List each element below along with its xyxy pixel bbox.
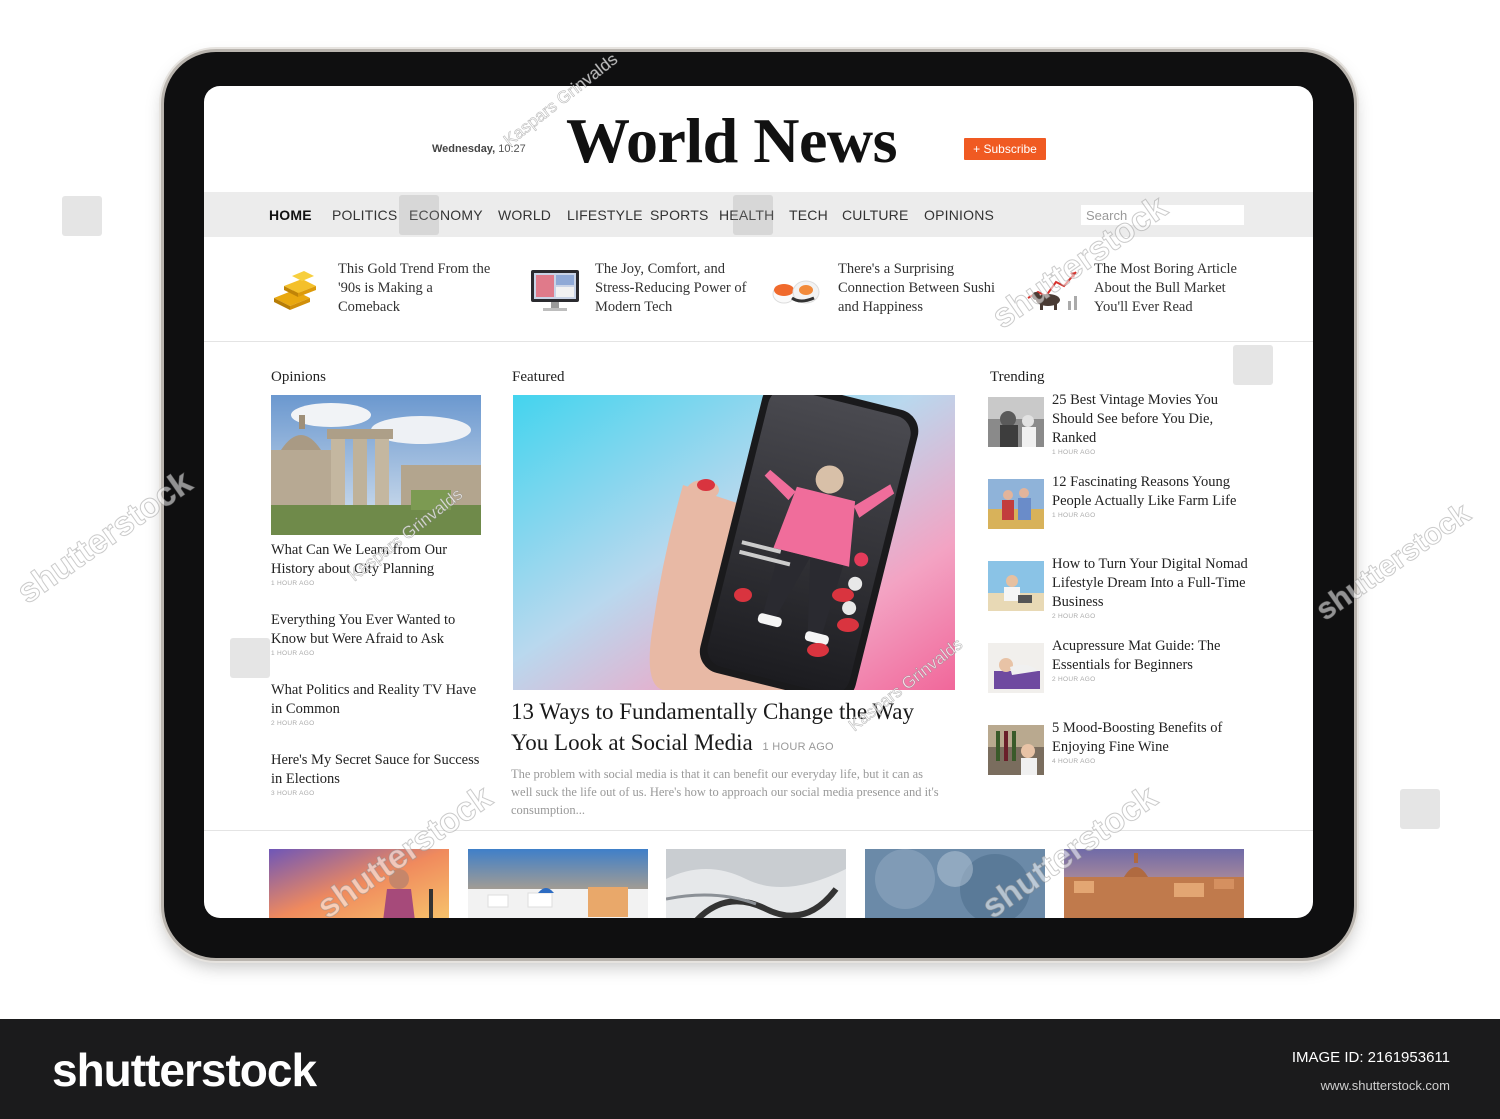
monitor-icon	[527, 268, 583, 312]
trending-article[interactable]: How to Turn Your Digital Nomad Lifestyle…	[988, 555, 1258, 630]
featured-time: 1 HOUR AGO	[762, 741, 834, 753]
marble-texture-photo[interactable]	[666, 849, 846, 918]
nav-item-sports[interactable]: SPORTS	[650, 207, 709, 223]
nav-item-world[interactable]: WORLD	[498, 207, 551, 223]
section-title-trending: Trending	[990, 369, 1045, 385]
nav-item-opinions[interactable]: OPINIONS	[924, 207, 994, 223]
bull-chart-icon	[1026, 268, 1082, 312]
trending-title: How to Turn Your Digital Nomad Lifestyle…	[1052, 556, 1248, 610]
strip-article[interactable]: This Gold Trend From the '90s is Making …	[270, 260, 500, 320]
trending-article[interactable]: 25 Best Vintage Movies You Should See be…	[988, 391, 1258, 466]
strip-article[interactable]: The Joy, Comfort, and Stress-Reducing Po…	[527, 260, 757, 320]
stock-url: www.shutterstock.com	[1320, 1078, 1450, 1093]
divider	[204, 830, 1313, 831]
opinion-article[interactable]: What Can We Learn from Our History about…	[271, 541, 491, 587]
opinion-article[interactable]: What Politics and Reality TV Have in Com…	[271, 681, 491, 727]
gold-bars-icon	[270, 268, 326, 312]
opinion-title: Everything You Ever Wanted to Know but W…	[271, 612, 456, 647]
wine-photo	[988, 725, 1044, 775]
featured-title[interactable]: 13 Ways to Fundamentally Change the Way …	[511, 699, 914, 755]
date-time: Wednesday, 10:27	[432, 143, 526, 155]
trending-meta: 2 HOUR AGO	[1052, 613, 1096, 620]
watermark-logo-icon	[62, 196, 102, 236]
strip-article[interactable]: There's a Surprising Connection Between …	[770, 260, 1000, 320]
section-title-opinions: Opinions	[271, 369, 327, 385]
opinion-meta: 3 HOUR AGO	[271, 790, 315, 797]
santorini-photo[interactable]	[468, 849, 648, 918]
trending-article[interactable]: Acupressure Mat Guide: The Essentials fo…	[988, 637, 1258, 712]
rainy-window-photo[interactable]	[865, 849, 1045, 918]
opinion-meta: 1 HOUR AGO	[271, 580, 315, 587]
opinion-meta: 1 HOUR AGO	[271, 650, 315, 657]
nav-item-lifestyle[interactable]: LIFESTYLE	[567, 207, 643, 223]
trending-meta: 1 HOUR AGO	[1052, 449, 1096, 456]
acupressure-mat-photo	[988, 643, 1044, 693]
news-website-screen: Wednesday, 10:27 World News + Subscribe …	[204, 86, 1313, 918]
date-day: Wednesday,	[432, 143, 496, 155]
trending-title: Acupressure Mat Guide: The Essentials fo…	[1052, 638, 1221, 673]
trending-title: 5 Mood-Boosting Benefits of Enjoying Fin…	[1052, 720, 1223, 755]
opinion-title: Here's My Secret Sauce for Success in El…	[271, 752, 480, 787]
nav-item-politics[interactable]: POLITICS	[332, 207, 397, 223]
strip-article-title: The Most Boring Article About the Bull M…	[1094, 261, 1237, 315]
opinion-meta: 2 HOUR AGO	[271, 720, 315, 727]
opinion-title: What Can We Learn from Our History about…	[271, 542, 448, 577]
site-logo[interactable]: World News	[566, 104, 898, 178]
trending-meta: 2 HOUR AGO	[1052, 676, 1096, 683]
masthead: Wednesday, 10:27 World News + Subscribe	[204, 86, 1313, 192]
nav-item-health[interactable]: HEALTH	[719, 207, 774, 223]
nav-item-economy[interactable]: ECONOMY	[409, 207, 483, 223]
opinion-article[interactable]: Everything You Ever Wanted to Know but W…	[271, 611, 491, 657]
date-clock: 10:27	[498, 143, 526, 155]
opinion-title: What Politics and Reality TV Have in Com…	[271, 682, 477, 717]
trending-title: 12 Fascinating Reasons Young People Actu…	[1052, 474, 1237, 509]
sunset-woman-photo[interactable]	[269, 849, 449, 918]
trending-article[interactable]: 12 Fascinating Reasons Young People Actu…	[988, 473, 1258, 548]
stock-footer: shutterstock IMAGE ID: 2161953611 www.sh…	[0, 1019, 1500, 1119]
main-nav: HOME POLITICS ECONOMY WORLD LIFESTYLE SP…	[204, 192, 1313, 237]
strip-article[interactable]: The Most Boring Article About the Bull M…	[1026, 260, 1256, 320]
watermark-logo-icon	[1400, 789, 1440, 829]
nav-item-culture[interactable]: CULTURE	[842, 207, 908, 223]
sushi-icon	[770, 268, 826, 312]
rome-skyline-photo[interactable]	[1064, 849, 1244, 918]
divider	[204, 341, 1313, 342]
strip-article-title: The Joy, Comfort, and Stress-Reducing Po…	[595, 261, 747, 315]
roman-forum-photo[interactable]	[271, 395, 481, 535]
shutterstock-logo: shutterstock	[52, 1044, 317, 1096]
image-id: IMAGE ID: 2161953611	[1291, 1049, 1450, 1066]
vintage-movie-photo	[988, 397, 1044, 447]
featured-article[interactable]: 13 Ways to Fundamentally Change the Way …	[511, 696, 951, 763]
featured-phone-photo[interactable]	[513, 395, 955, 690]
farm-couple-photo	[988, 479, 1044, 529]
strip-article-title: This Gold Trend From the '90s is Making …	[338, 261, 491, 315]
trending-meta: 1 HOUR AGO	[1052, 512, 1096, 519]
opinion-article[interactable]: Here's My Secret Sauce for Success in El…	[271, 751, 491, 797]
trending-title: 25 Best Vintage Movies You Should See be…	[1052, 392, 1219, 446]
digital-nomad-photo	[988, 561, 1044, 611]
subscribe-button[interactable]: + Subscribe	[964, 138, 1046, 160]
tablet-device: Wednesday, 10:27 World News + Subscribe …	[164, 52, 1354, 958]
trending-article[interactable]: 5 Mood-Boosting Benefits of Enjoying Fin…	[988, 719, 1258, 794]
nav-item-home[interactable]: HOME	[269, 207, 312, 223]
trending-meta: 4 HOUR AGO	[1052, 758, 1096, 765]
featured-summary: The problem with social media is that it…	[511, 767, 939, 817]
nav-item-tech[interactable]: TECH	[789, 207, 828, 223]
strip-article-title: There's a Surprising Connection Between …	[838, 261, 996, 315]
section-title-featured: Featured	[512, 369, 565, 385]
search-input[interactable]	[1081, 205, 1244, 225]
